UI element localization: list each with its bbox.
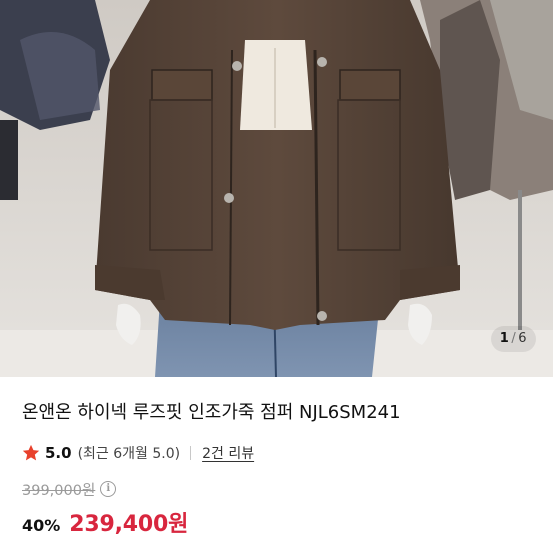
discount-rate: 40%: [22, 516, 61, 535]
product-photo[interactable]: [0, 0, 553, 377]
product-image-carousel[interactable]: 1/6: [0, 0, 553, 377]
star-icon: [22, 444, 40, 461]
original-price-row: 399,000원 i: [22, 479, 537, 499]
product-info: 온앤온 하이넥 루즈핏 인조가죽 점퍼 NJL6SM241 5.0 (최근 6개…: [22, 400, 537, 538]
sale-price-row: 40% 239,400원: [22, 506, 537, 538]
sale-price: 239,400원: [69, 512, 189, 537]
rating-score: 5.0: [45, 444, 72, 462]
page-current: 1: [499, 331, 510, 346]
page-separator: /: [511, 331, 517, 346]
rating-row: 5.0 (최근 6개월 5.0) 2건 리뷰: [22, 442, 537, 464]
original-price: 399,000원: [22, 482, 96, 499]
rating-recent-summary: (최근 6개월 5.0): [77, 446, 181, 462]
page-total: 6: [518, 331, 527, 346]
review-count-link[interactable]: 2건 리뷰: [202, 443, 254, 463]
product-title: 온앤온 하이넥 루즈핏 인조가죽 점퍼 NJL6SM241: [22, 402, 401, 423]
image-page-indicator: 1/6: [490, 326, 536, 352]
divider: [190, 446, 192, 460]
info-icon[interactable]: i: [100, 481, 117, 497]
product-card: 1/6 온앤온 하이넥 루즈핏 인조가죽 점퍼 NJL6SM241 5.0 (최…: [0, 0, 553, 553]
